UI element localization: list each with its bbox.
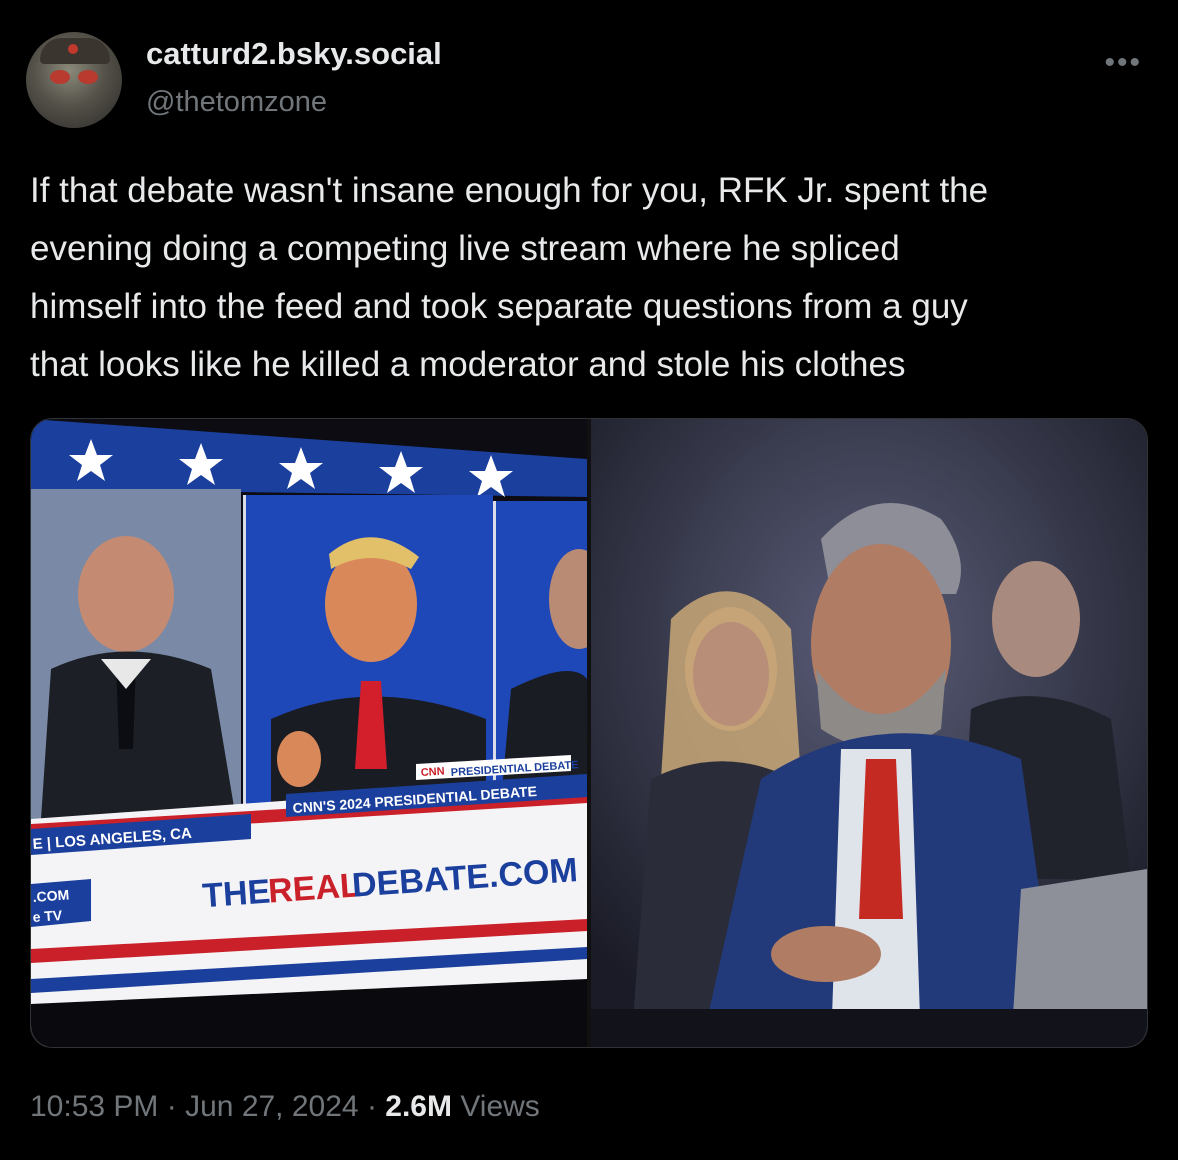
- views-label: Views: [460, 1090, 540, 1123]
- more-horizontal-icon[interactable]: •••: [1104, 46, 1142, 80]
- side-tv-text: e TV: [32, 907, 63, 925]
- meta-separator: ·: [366, 1090, 377, 1123]
- audience-man-illustration: [591, 419, 1147, 1047]
- meta-separator: ·: [166, 1090, 177, 1123]
- tweet-text: If that debate wasn't insane enough for …: [30, 171, 989, 384]
- tv-broadcast-illustration: CNN PRESIDENTIAL DEBATE CNN'S 2024 PRESI…: [31, 419, 587, 1047]
- tweet-time[interactable]: 10:53 PM: [30, 1090, 158, 1123]
- author-handle[interactable]: @thetomzone: [146, 86, 327, 119]
- author-display-name[interactable]: catturd2.bsky.social: [146, 36, 442, 72]
- cnn-logo-text: CNN: [420, 766, 445, 779]
- avatar[interactable]: [26, 32, 122, 128]
- avatar-eye-left: [50, 70, 70, 84]
- avatar-eye-right: [78, 70, 98, 84]
- tweet-meta: 10:53 PM · Jun 27, 2024 · 2.6M Views: [30, 1090, 540, 1124]
- photo-audience-man[interactable]: [591, 419, 1147, 1047]
- tweet-media[interactable]: CNN PRESIDENTIAL DEBATE CNN'S 2024 PRESI…: [30, 418, 1148, 1048]
- tweet-date[interactable]: Jun 27, 2024: [185, 1090, 358, 1123]
- avatar-hat-badge: [68, 44, 78, 54]
- site-part-the: THE: [201, 873, 271, 916]
- side-com-text: .COM: [32, 886, 70, 905]
- photo-tv-broadcast[interactable]: CNN PRESIDENTIAL DEBATE CNN'S 2024 PRESI…: [31, 419, 587, 1047]
- views-count: 2.6M: [385, 1090, 452, 1123]
- site-part-real: REAL: [267, 866, 362, 910]
